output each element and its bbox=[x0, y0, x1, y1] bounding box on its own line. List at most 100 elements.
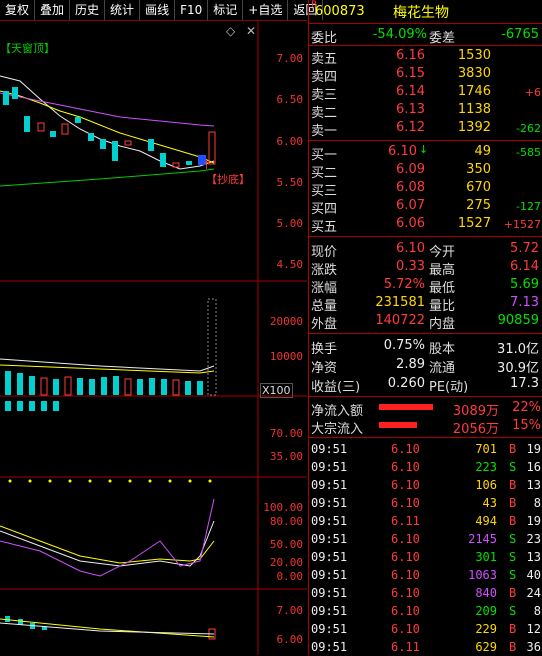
quote-label: 现价 bbox=[311, 245, 338, 260]
tick-row: 09:51 6.10 229 B 12 bbox=[309, 620, 542, 638]
quote-label: 最低 bbox=[429, 281, 456, 296]
ask-label: 卖二 bbox=[311, 106, 338, 121]
kdj-axis-label: 100.00 bbox=[263, 501, 303, 514]
quote-value: 0.33 bbox=[396, 259, 425, 274]
bid-change: -585 bbox=[516, 146, 541, 159]
tick-side: S bbox=[509, 532, 517, 546]
tick-side: B bbox=[509, 640, 517, 654]
tick-row: 09:51 6.10 209 S 8 bbox=[309, 602, 542, 620]
stock-name: 梅花生物 bbox=[393, 5, 449, 21]
ask-price[interactable]: 6.14 bbox=[365, 84, 425, 99]
toolbar-stats-button[interactable]: 统计 bbox=[105, 0, 141, 20]
quote-label: 最高 bbox=[429, 263, 456, 278]
tick-count: 23 bbox=[526, 532, 541, 546]
tick-row: 09:51 6.11 494 B 19 bbox=[309, 512, 542, 530]
bid-label: 买一 bbox=[311, 148, 338, 163]
toolbar-overlay-button[interactable]: 叠加 bbox=[35, 0, 71, 20]
ask-volume: 1746 bbox=[457, 84, 491, 99]
tick-time: 09:51 bbox=[311, 532, 348, 546]
kdj-axis-label: 0.00 bbox=[276, 570, 304, 583]
bid-price[interactable]: 6.10 bbox=[365, 144, 417, 159]
toolbar-add-watchlist-button[interactable]: +自选 bbox=[243, 0, 289, 20]
tick-count: 12 bbox=[526, 622, 541, 636]
weicha-value: -6765 bbox=[501, 27, 539, 42]
bid-volume: 350 bbox=[466, 162, 491, 177]
tick-time: 09:51 bbox=[311, 496, 348, 510]
stock-code: 600873 bbox=[315, 4, 365, 19]
toolbar-drawline-button[interactable]: 画线 bbox=[140, 0, 176, 20]
ask-price[interactable]: 6.16 bbox=[365, 48, 425, 63]
chart-area[interactable]: ◇ ✕ 【天窗顶】 ↑ 【抄底】 X100 7.00 6.50 6.00 5.5… bbox=[0, 21, 307, 655]
tick-count: 8 bbox=[533, 604, 541, 618]
fund-value: 0.260 bbox=[387, 376, 425, 391]
quote-label: 今开 bbox=[429, 245, 456, 260]
ask-volume: 3830 bbox=[457, 66, 491, 81]
flow-value: 3089万 bbox=[452, 404, 499, 419]
tick-volume: 43 bbox=[482, 496, 497, 510]
quote-value: 7.13 bbox=[510, 295, 539, 310]
tick-volume: 301 bbox=[475, 550, 497, 564]
tick-count: 16 bbox=[526, 460, 541, 474]
quote-value: 231581 bbox=[375, 295, 425, 310]
toolbar-history-button[interactable]: 历史 bbox=[70, 0, 106, 20]
bid-change: +1527 bbox=[503, 218, 541, 231]
quote-label: 总量 bbox=[311, 299, 338, 314]
toolbar-f10-button[interactable]: F10 bbox=[175, 0, 209, 20]
price-axis-label: 4.50 bbox=[276, 258, 304, 271]
tick-side: S bbox=[509, 604, 517, 618]
tick-time: 09:51 bbox=[311, 604, 348, 618]
fund-label: PE(动) bbox=[429, 380, 469, 395]
quote-value: 5.72% bbox=[383, 277, 425, 292]
tick-volume: 629 bbox=[475, 640, 497, 654]
ask-label: 卖四 bbox=[311, 70, 338, 85]
ask-price[interactable]: 6.12 bbox=[365, 120, 425, 135]
fund-value: 31.0亿 bbox=[497, 342, 539, 357]
ask-change: +6 bbox=[524, 86, 541, 99]
bid-price[interactable]: 6.06 bbox=[365, 216, 425, 231]
tick-price: 6.10 bbox=[391, 622, 420, 636]
ask-volume: 1392 bbox=[457, 120, 491, 135]
tick-price: 6.10 bbox=[391, 478, 420, 492]
quote-panel: R 600873 梅花生物 委比 -54.09% 委差 -6765 卖五 6.1… bbox=[308, 0, 542, 655]
quote-value: 6.10 bbox=[396, 241, 425, 256]
chart-toolbar: 复权 叠加 历史 统计 画线 F10 标记 +自选 返回 bbox=[0, 0, 324, 21]
tick-side: S bbox=[509, 460, 517, 474]
bid-price[interactable]: 6.09 bbox=[365, 162, 425, 177]
bid-label: 买四 bbox=[311, 202, 338, 217]
candles bbox=[3, 87, 216, 168]
fund-label: 流通 bbox=[429, 361, 456, 376]
flow-pct: 22% bbox=[512, 400, 541, 415]
quote-value: 6.14 bbox=[510, 259, 539, 274]
tick-time: 09:51 bbox=[311, 550, 348, 564]
price-axis-label: 5.50 bbox=[276, 176, 304, 189]
tick-volume: 209 bbox=[475, 604, 497, 618]
fund-value: 0.75% bbox=[383, 338, 425, 353]
flow-bar bbox=[379, 422, 417, 428]
bid-price[interactable]: 6.07 bbox=[365, 198, 425, 213]
indicator-axis-label: 35.00 bbox=[269, 450, 303, 463]
tick-count: 19 bbox=[526, 442, 541, 456]
quote-value: 5.69 bbox=[510, 277, 539, 292]
ask-label: 卖一 bbox=[311, 124, 338, 139]
ask-price[interactable]: 6.15 bbox=[365, 66, 425, 81]
ask-price[interactable]: 6.13 bbox=[365, 102, 425, 117]
quote-label: 外盘 bbox=[311, 317, 338, 332]
tick-count: 13 bbox=[526, 478, 541, 492]
tick-count: 40 bbox=[526, 568, 541, 582]
down-arrow-icon: ↓ bbox=[419, 143, 429, 156]
bid-volume: 1527 bbox=[457, 216, 491, 231]
tick-price: 6.10 bbox=[391, 460, 420, 474]
tick-volume: 229 bbox=[475, 622, 497, 636]
toolbar-mark-button[interactable]: 标记 bbox=[208, 0, 244, 20]
tick-row: 09:51 6.10 701 B 19 bbox=[309, 440, 542, 458]
tick-volume: 840 bbox=[475, 586, 497, 600]
bid-price[interactable]: 6.08 bbox=[365, 180, 425, 195]
ask-volume: 1138 bbox=[457, 102, 491, 117]
tick-row: 09:51 6.10 223 S 16 bbox=[309, 458, 542, 476]
toolbar-fuquan-button[interactable]: 复权 bbox=[0, 0, 36, 20]
tick-count: 24 bbox=[526, 586, 541, 600]
quote-label: 内盘 bbox=[429, 317, 456, 332]
mini-axis-label: 6.00 bbox=[276, 633, 304, 646]
indicator-axis-label: 70.00 bbox=[269, 427, 303, 440]
fund-label: 股本 bbox=[429, 342, 456, 357]
